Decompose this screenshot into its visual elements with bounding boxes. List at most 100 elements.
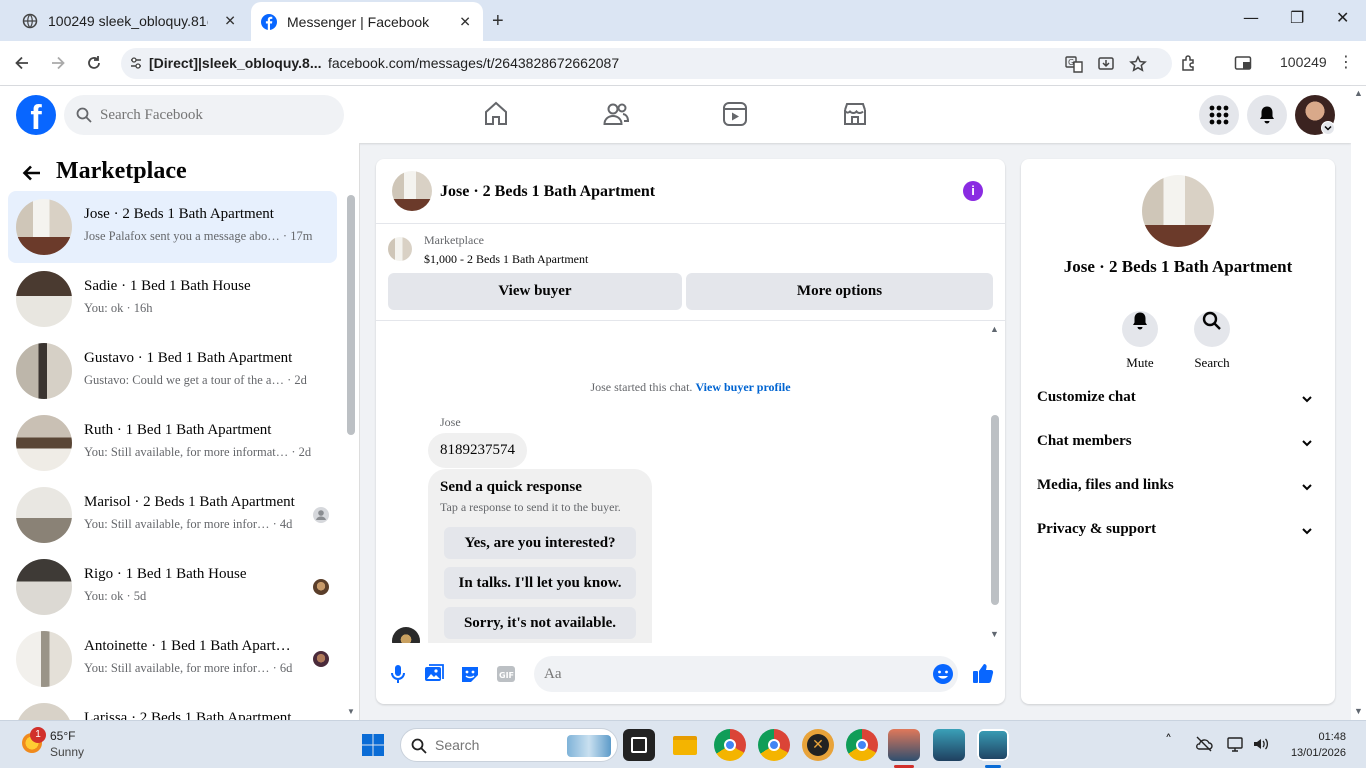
forward-arrow-icon[interactable] — [49, 54, 67, 72]
file-explorer-icon[interactable] — [669, 729, 701, 761]
close-window-icon[interactable]: ✕ — [1336, 8, 1349, 27]
chat-title[interactable]: Jose · 2 Beds 1 Bath Apartment — [440, 183, 655, 201]
conversation-item[interactable]: Jose · 2 Beds 1 Bath Apartment Jose Pala… — [8, 191, 337, 263]
address-bar[interactable]: [Direct]|sleek_obloquy.8... facebook.com… — [121, 48, 1172, 79]
menu-kebab-icon[interactable]: ⋮ — [1338, 52, 1354, 71]
sidebar-scrollbar[interactable] — [347, 195, 355, 435]
browser-tab-inactive[interactable]: 100249 sleek_obloquy.81@ ✕ — [8, 0, 248, 41]
reload-icon[interactable] — [85, 54, 103, 72]
chrome-icon[interactable] — [714, 729, 746, 761]
notification-badge: 1 — [30, 727, 46, 743]
weather-temperature[interactable]: 65°F — [50, 729, 75, 743]
facebook-logo-icon[interactable]: f — [16, 95, 56, 135]
bookmark-star-icon[interactable] — [1129, 55, 1147, 73]
thumbs-up-icon[interactable] — [972, 662, 994, 684]
home-icon[interactable] — [482, 100, 510, 128]
conversation-item[interactable]: Marisol · 2 Beds 1 Bath Apartment You: S… — [8, 479, 337, 551]
windows-start-icon[interactable] — [357, 729, 389, 761]
system-clock[interactable]: 01:48 13/01/2026 — [1291, 729, 1346, 761]
scroll-up-icon[interactable]: ▲ — [1354, 88, 1363, 98]
quick-response-button[interactable]: Yes, are you interested? — [444, 527, 636, 559]
message-input[interactable] — [534, 656, 958, 692]
chat-avatar[interactable] — [392, 171, 432, 211]
taskbar-search[interactable] — [400, 728, 618, 762]
search-input[interactable] — [100, 95, 330, 135]
photo-icon[interactable] — [423, 663, 445, 685]
maximize-icon[interactable]: ❐ — [1290, 8, 1304, 27]
scroll-down-icon[interactable]: ▼ — [990, 629, 999, 639]
notifications-button[interactable] — [1247, 95, 1287, 135]
privacy-support-section[interactable]: Privacy & support — [1037, 509, 1319, 553]
back-arrow-icon[interactable] — [22, 163, 42, 183]
marketplace-icon[interactable] — [841, 100, 869, 128]
message-bubble[interactable]: 8189237574 — [428, 433, 527, 468]
close-tab-icon[interactable]: ✕ — [224, 12, 236, 29]
back-arrow-icon[interactable] — [13, 54, 31, 72]
chevron-up-icon[interactable]: ˄ — [1165, 733, 1172, 749]
chat-scrollbar[interactable] — [991, 415, 999, 605]
network-icon[interactable] — [1226, 735, 1244, 753]
mute-action[interactable]: Mute — [1110, 303, 1170, 371]
media-files-links-section[interactable]: Media, files and links — [1037, 465, 1319, 509]
microphone-icon[interactable] — [387, 663, 409, 685]
view-buyer-button[interactable]: View buyer — [388, 273, 682, 310]
more-options-button[interactable]: More options — [686, 273, 993, 310]
cloud-off-icon[interactable] — [1195, 735, 1213, 753]
quick-response-button[interactable]: Sorry, it's not available. — [444, 607, 636, 639]
gif-icon[interactable]: GIF — [495, 663, 517, 685]
conversation-item[interactable]: Larissa · 2 Beds 1 Bath Apartment — [8, 695, 337, 720]
listing-thumbnail — [16, 415, 72, 471]
app-icon[interactable]: ✕ — [802, 729, 834, 761]
scroll-down-icon[interactable]: ▼ — [347, 707, 355, 716]
page-scrollbar[interactable]: ▲ ▼ — [1351, 86, 1366, 720]
quick-response-button[interactable]: In talks. I'll let you know. — [444, 567, 636, 599]
conversation-item[interactable]: Rigo · 1 Bed 1 Bath House You: ok · 5d — [8, 551, 337, 623]
site-settings-icon[interactable] — [129, 56, 143, 70]
install-app-icon[interactable] — [1097, 55, 1115, 73]
mute-button[interactable] — [1122, 311, 1158, 347]
browser-profile-icon-active[interactable] — [977, 729, 1009, 761]
minimize-icon[interactable]: — — [1243, 8, 1259, 27]
conversation-item[interactable]: Gustavo · 1 Bed 1 Bath Apartment Gustavo… — [8, 335, 337, 407]
search-action[interactable]: Search — [1182, 303, 1242, 371]
extensions-icon[interactable] — [1180, 54, 1198, 72]
chrome-profile-icon[interactable] — [846, 729, 878, 761]
chat-members-section[interactable]: Chat members — [1037, 421, 1319, 465]
chevron-down-icon — [1302, 484, 1312, 491]
buyer-avatar — [313, 507, 329, 523]
listing-title[interactable]: $1,000 - 2 Beds 1 Bath Apartment — [424, 252, 588, 267]
browser-profile-icon[interactable] — [933, 729, 965, 761]
video-icon[interactable] — [721, 100, 749, 128]
quick-response-card: Send a quick response Tap a response to … — [428, 469, 652, 643]
volume-icon[interactable] — [1252, 735, 1270, 753]
taskbar-search-input[interactable] — [435, 729, 555, 761]
translate-icon[interactable]: G — [1065, 55, 1083, 73]
weather-description[interactable]: Sunny — [50, 745, 84, 759]
sticker-icon[interactable] — [459, 663, 481, 685]
split-view-icon[interactable] — [1234, 54, 1252, 72]
url-text[interactable]: facebook.com/messages/t/2643828672662087 — [328, 55, 619, 71]
emoji-icon[interactable] — [932, 663, 954, 685]
profile-id[interactable]: 100249 — [1280, 54, 1327, 70]
browser-profile-icon[interactable] — [888, 729, 920, 761]
facebook-search[interactable] — [64, 95, 344, 135]
conversation-item[interactable]: Ruth · 1 Bed 1 Bath Apartment You: Still… — [8, 407, 337, 479]
info-icon[interactable]: i — [963, 181, 983, 201]
friends-icon[interactable] — [602, 100, 630, 128]
conversation-preview: You: Still available, for more infor… · … — [84, 517, 293, 531]
browser-tab-active[interactable]: Messenger | Facebook ✕ — [251, 2, 483, 41]
chrome-profile-icon[interactable] — [758, 729, 790, 761]
menu-grid-button[interactable] — [1199, 95, 1239, 135]
customize-chat-section[interactable]: Customize chat — [1037, 377, 1319, 421]
conversation-item[interactable]: Antoinette · 1 Bed 1 Bath Apart… You: St… — [8, 623, 337, 695]
account-chevron-down-icon[interactable] — [1321, 121, 1335, 135]
section-title: Privacy & support — [1037, 521, 1157, 537]
view-buyer-profile-link[interactable]: View buyer profile — [695, 380, 790, 394]
search-button[interactable] — [1194, 311, 1230, 347]
close-tab-icon[interactable]: ✕ — [459, 13, 471, 30]
task-view-icon[interactable] — [623, 729, 655, 761]
scroll-down-icon[interactable]: ▼ — [1354, 706, 1363, 716]
conversation-item[interactable]: Sadie · 1 Bed 1 Bath House You: ok · 16h — [8, 263, 337, 335]
scroll-up-icon[interactable]: ▲ — [990, 324, 999, 334]
new-tab-icon[interactable]: + — [492, 10, 504, 33]
